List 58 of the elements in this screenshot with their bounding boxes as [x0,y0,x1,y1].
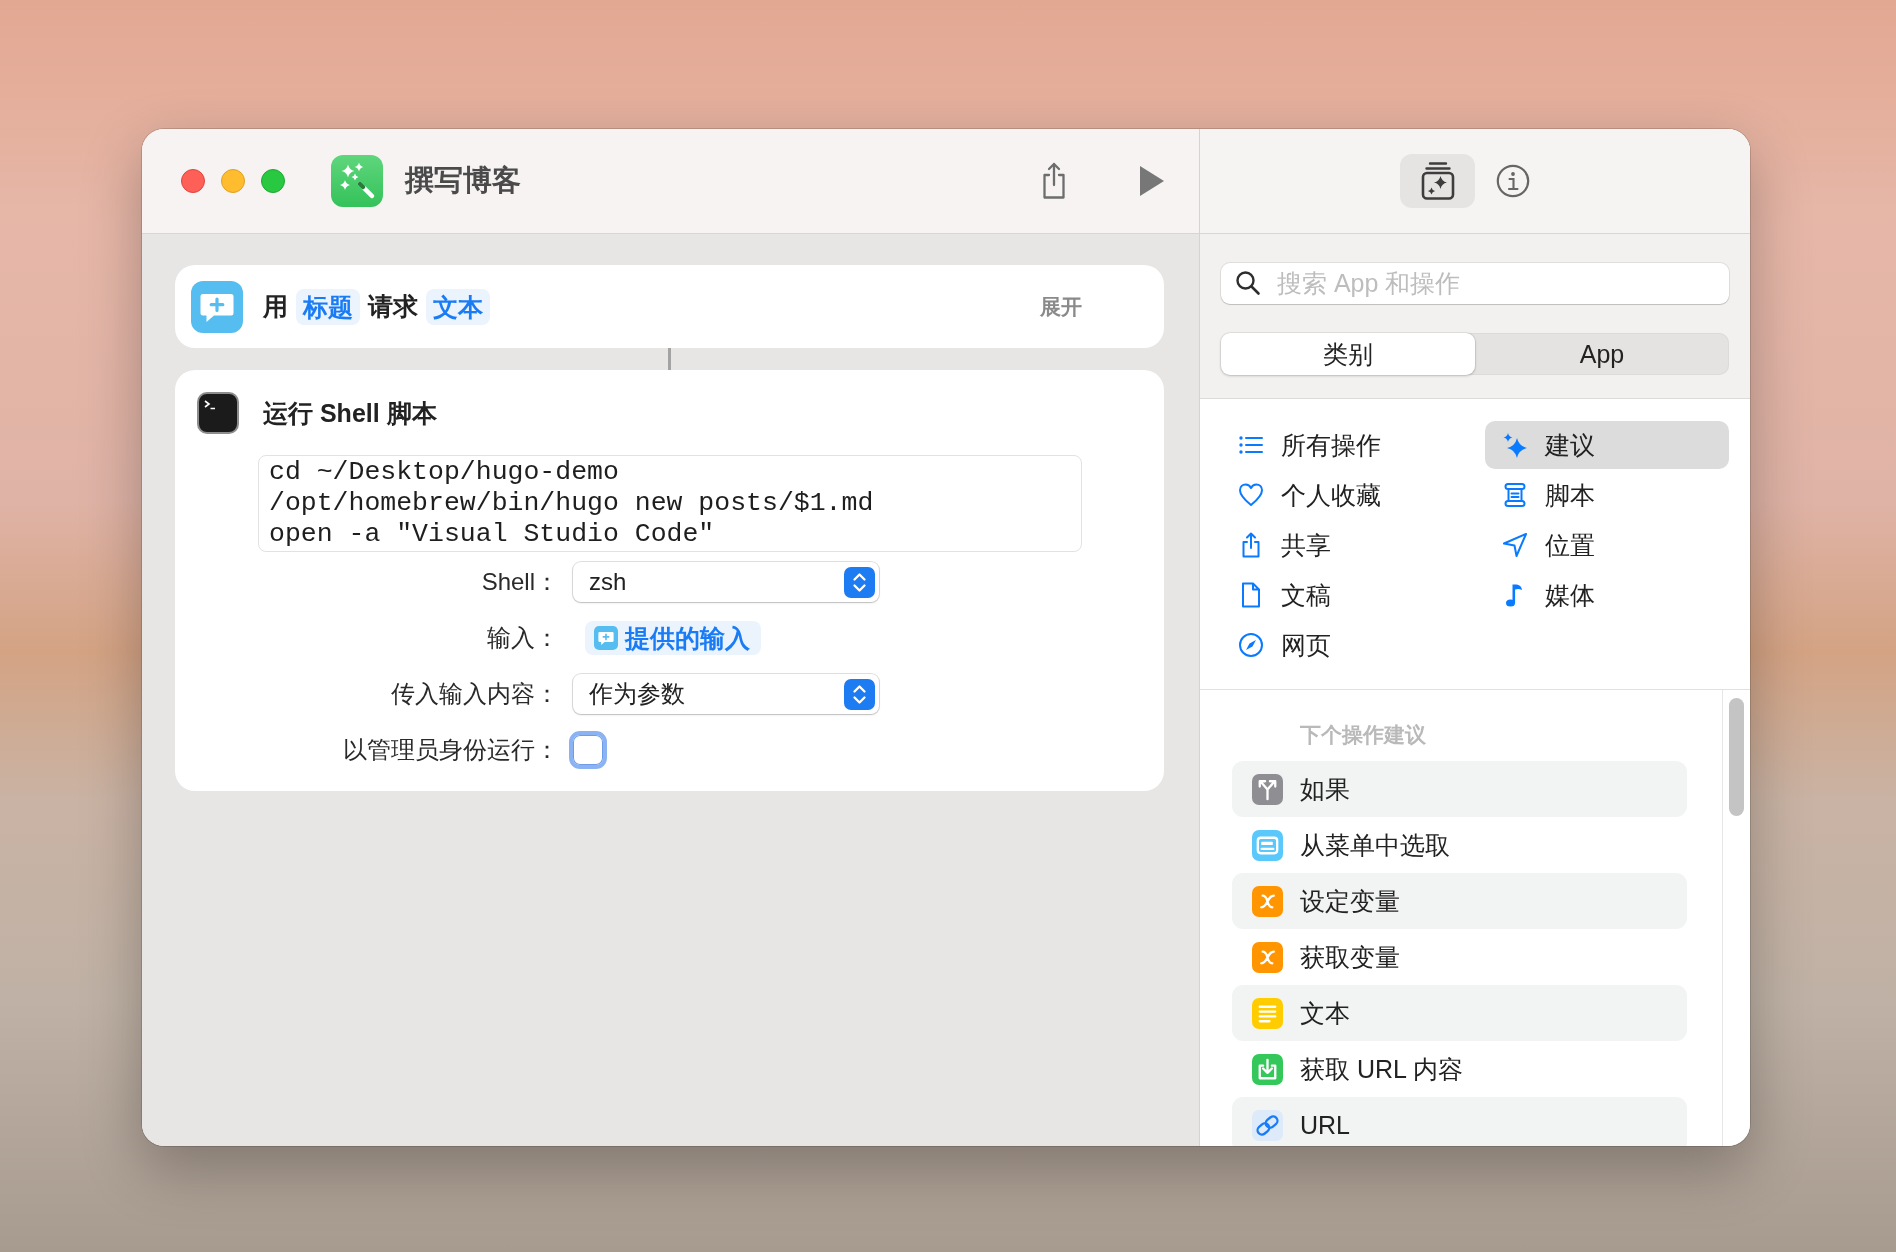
action-suggestion[interactable]: 获取变量 [1232,929,1687,985]
category-item[interactable]: 文稿 [1221,571,1485,619]
popup-button[interactable]: 作为参数 [573,674,879,714]
close-button[interactable] [181,169,205,193]
variable-token[interactable]: 文本 [426,288,490,325]
category-item[interactable]: 所有操作 [1221,421,1485,469]
action-title: 运行 Shell 脚本 [263,397,437,429]
field-label: 输入： [487,623,559,653]
field-label: Shell： [481,567,559,597]
compass-icon [1238,632,1264,658]
connector-line [668,348,671,370]
window-title: 撰写博客 [405,163,521,198]
sparkle-stack-icon [1419,161,1456,201]
field-label: 传入输入内容： [391,679,559,709]
zoom-button[interactable] [261,169,285,193]
magic-wand-icon [331,155,383,207]
stepper-icon [844,678,875,710]
heart-icon [1238,482,1264,508]
search-icon [1235,270,1261,296]
speech-bubble-plus-icon [594,626,618,650]
category-item[interactable]: 建议 [1485,421,1729,469]
minimize-button[interactable] [221,169,245,193]
action-text: 请求 [368,291,418,322]
play-icon[interactable] [1139,165,1165,197]
speech-bubble-plus-icon [191,280,243,333]
action-suggestion[interactable]: URL [1232,1097,1687,1146]
category-item[interactable]: 位置 [1485,521,1729,569]
terminal-icon [197,392,239,434]
section-heading: 下个操作建议 [1300,722,1427,748]
category-item[interactable]: 个人收藏 [1221,471,1485,519]
action-suggestion[interactable]: 获取 URL 内容 [1232,1041,1687,1097]
field-label: 以管理员身份运行： [343,735,559,765]
scroll-icon [1502,482,1528,508]
stepper-icon [844,566,875,598]
category-item[interactable]: 网页 [1221,621,1485,669]
location-arrow-icon [1502,532,1528,558]
share-icon[interactable] [1040,162,1068,200]
info-button[interactable] [1495,163,1531,199]
script-field[interactable]: cd ~/Desktop/hugo-demo /opt/homebrew/bin/hugo new posts/$1.md open -a "Visual Studio Code" [258,455,1082,552]
action-library-button[interactable] [1400,154,1475,208]
sparkles-icon [1502,432,1528,458]
checkbox[interactable] [569,731,607,769]
action-text: 用 [263,291,288,322]
info-icon [1496,164,1530,198]
action-suggestion[interactable]: 设定变量 [1232,873,1687,929]
segment-tab[interactable]: App [1475,333,1729,375]
scrollbar-thumb[interactable] [1729,698,1744,816]
segment-tab[interactable]: 类别 [1221,333,1475,375]
action-suggestion[interactable]: 如果 [1232,761,1687,817]
variable-token[interactable]: 标题 [296,288,360,325]
action-suggestion[interactable]: 从菜单中选取 [1232,817,1687,873]
category-item[interactable]: 脚本 [1485,471,1729,519]
category-item[interactable]: 媒体 [1485,571,1729,619]
variable-token[interactable]: 提供的输入 [585,621,761,655]
action-suggestion[interactable]: 文本 [1232,985,1687,1041]
category-item[interactable]: 共享 [1221,521,1485,569]
search-field[interactable]: 搜索 App 和操作 [1221,263,1729,304]
popup-button[interactable]: zsh [573,562,879,602]
